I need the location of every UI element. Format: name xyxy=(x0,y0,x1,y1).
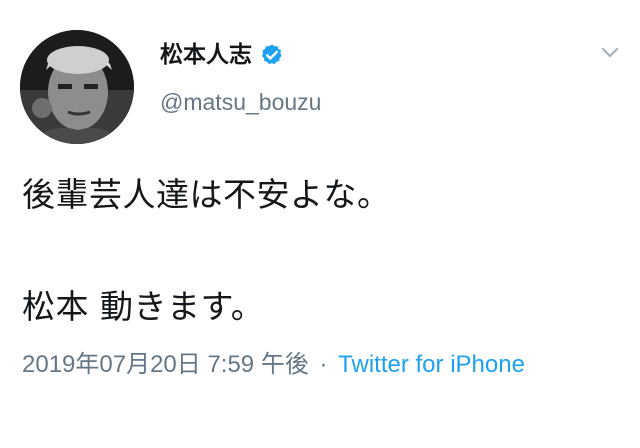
tweet-text-line-2: 松本 動きます。 xyxy=(22,287,265,326)
user-handle[interactable]: @matsu_bouzu xyxy=(160,86,321,118)
chevron-down-icon[interactable] xyxy=(598,40,622,64)
tweet-card: 松本人志 @matsu_bouzu 後輩芸人達は不安よな。 松本 動きます。 2… xyxy=(0,0,640,448)
avatar-photo xyxy=(20,30,134,144)
verified-badge-icon xyxy=(260,43,284,67)
display-name[interactable]: 松本人志 xyxy=(160,38,252,72)
author-name-row: 松本人志 xyxy=(160,38,284,72)
timestamp[interactable]: 2019年07月20日 7:59 午後 xyxy=(22,351,309,378)
tweet-text-line-1: 後輩芸人達は不安よな。 xyxy=(22,175,391,214)
tweet-metadata: 2019年07月20日 7:59 午後 · Twitter for iPhone xyxy=(22,346,602,384)
avatar[interactable] xyxy=(20,30,134,144)
source-link[interactable]: Twitter for iPhone xyxy=(338,351,525,378)
meta-separator: · xyxy=(319,351,328,378)
